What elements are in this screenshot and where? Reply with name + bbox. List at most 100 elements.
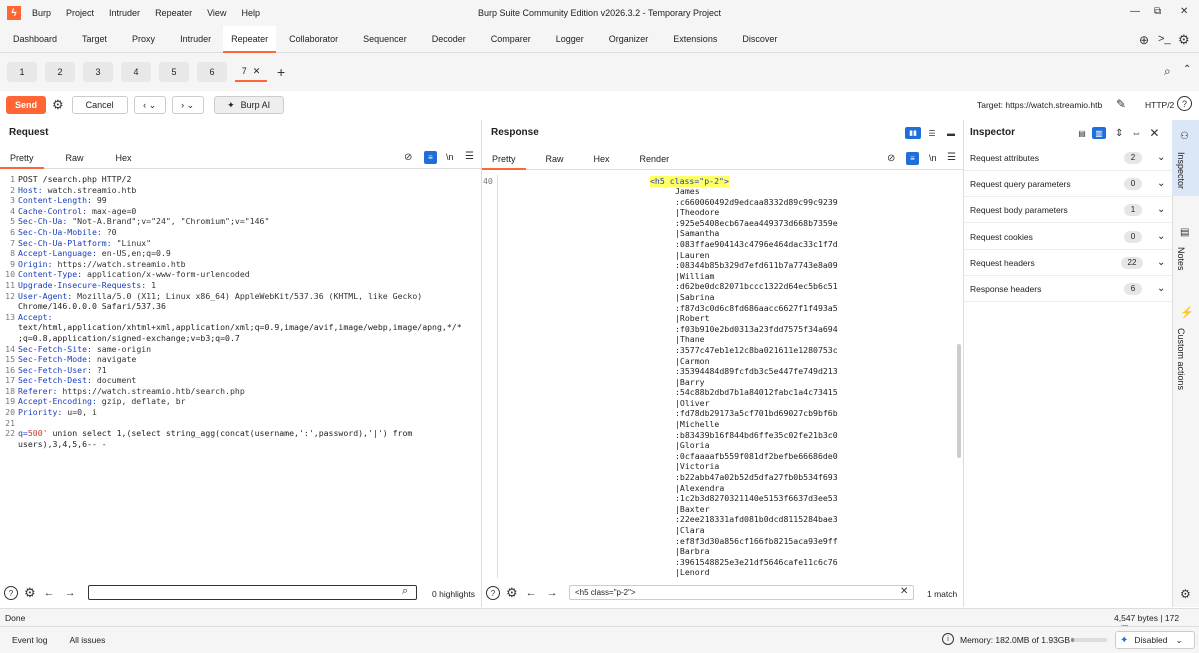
request-tab-pretty[interactable]: Pretty [0, 147, 44, 169]
menu-project[interactable]: Project [66, 8, 94, 18]
menu-repeater[interactable]: Repeater [155, 8, 192, 18]
cancel-button[interactable]: Cancel [71, 96, 128, 114]
repeater-tab-2[interactable]: 2 [45, 62, 75, 82]
tab-sequencer[interactable]: Sequencer [361, 26, 409, 53]
pane-divider[interactable] [481, 120, 482, 607]
response-hide-nonprintable-icon[interactable]: ⊘ [887, 153, 895, 164]
event-log-link[interactable]: Event log [12, 635, 47, 645]
minimize-icon[interactable]: — [1130, 6, 1140, 17]
menu-burp[interactable]: Burp [32, 8, 51, 18]
tab-organizer[interactable]: Organizer [607, 26, 651, 53]
repeater-tab-3[interactable]: 3 [83, 62, 113, 82]
back-history-button[interactable]: ‹ ⌄ [133, 96, 166, 114]
menu-help[interactable]: Help [241, 8, 260, 18]
close-window-icon[interactable]: ✕ [1180, 6, 1188, 17]
response-tab-raw[interactable]: Raw [536, 148, 574, 170]
response-search-prev-icon[interactable]: ← [526, 587, 537, 599]
repeater-tab-4[interactable]: 4 [121, 62, 151, 82]
wrap-lines-icon[interactable]: ≡ [424, 151, 437, 164]
forward-history-button[interactable]: › ⌄ [171, 96, 204, 114]
tab-decoder[interactable]: Decoder [430, 26, 468, 53]
repeater-tab-6[interactable]: 6 [197, 62, 227, 82]
response-search-next-icon[interactable]: → [547, 587, 558, 599]
menu-intruder[interactable]: Intruder [109, 8, 140, 18]
response-menu-icon[interactable]: ☰ [947, 152, 956, 163]
side-tab-notes[interactable]: Notes [1176, 247, 1186, 271]
tab-intruder[interactable]: Intruder [178, 26, 213, 53]
close-inspector-icon[interactable]: ✕ [1149, 126, 1159, 140]
request-tab-hex[interactable]: Hex [106, 147, 142, 169]
line-number: 1 [10, 174, 15, 184]
inspector-row-request-cookies[interactable]: Request cookies 0 ⌄ [964, 224, 1172, 250]
repeater-tab-1[interactable]: 1 [7, 62, 37, 82]
tab-discover[interactable]: Discover [740, 26, 779, 53]
tab-comparer[interactable]: Comparer [489, 26, 533, 53]
response-search-settings-icon[interactable]: ⚙ [506, 585, 518, 601]
inspector-row-response-headers[interactable]: Response headers 6 ⌄ [964, 276, 1172, 302]
response-tab-render[interactable]: Render [630, 148, 680, 170]
chevron-up-icon[interactable]: ⌃ [1183, 64, 1191, 75]
hide-nonprintable-icon[interactable]: ⊘ [404, 152, 412, 163]
tab-proxy[interactable]: Proxy [130, 26, 157, 53]
request-search-input[interactable] [88, 585, 417, 600]
layout-stacked-icon[interactable]: ☰ [924, 127, 940, 139]
response-line: |Theodore [675, 207, 720, 218]
inspector-row-request-body-parameters[interactable]: Request body parameters 1 ⌄ [964, 197, 1172, 223]
side-tab-custom-actions[interactable]: Custom actions [1176, 328, 1186, 390]
burp-ai-button[interactable]: ✦ Burp AI [213, 96, 284, 114]
ai-toggle-button[interactable]: ✦ Disabled ⌄ [1115, 631, 1195, 649]
tab-repeater[interactable]: Repeater [223, 25, 277, 53]
send-settings-gear-icon[interactable]: ⚙ [52, 97, 64, 113]
clear-search-icon[interactable]: ✕ [900, 586, 908, 597]
edit-target-pencil-icon[interactable]: ✎ [1116, 97, 1126, 111]
send-button[interactable]: Send [6, 96, 46, 114]
inspector-layout-list-icon[interactable]: ▤ [1075, 127, 1089, 139]
tab-extensions[interactable]: Extensions [671, 26, 719, 53]
add-tab-icon[interactable]: + [277, 64, 285, 80]
request-search-settings-icon[interactable]: ⚙ [24, 585, 36, 601]
all-issues-link[interactable]: All issues [69, 635, 105, 645]
layout-tabs-icon[interactable]: ▬ [943, 127, 959, 139]
inspector-row-request-headers[interactable]: Request headers 22 ⌄ [964, 250, 1172, 276]
inspector-layout-split-icon[interactable]: ▥ [1092, 127, 1106, 139]
tab-dashboard[interactable]: Dashboard [11, 26, 59, 53]
response-newline-toggle-icon[interactable]: \n [929, 153, 937, 163]
maximize-icon[interactable]: ⧉ [1154, 6, 1161, 17]
response-tab-pretty[interactable]: Pretty [482, 148, 526, 170]
expand-all-icon[interactable]: ⇕ [1115, 128, 1123, 139]
response-editor[interactable]: James:c660060492d9edcaa8332d89c99c9239 |T… [675, 186, 955, 578]
side-tab-inspector[interactable]: Inspector [1176, 152, 1186, 189]
menu-view[interactable]: View [207, 8, 226, 18]
http-version-label[interactable]: HTTP/2 [1145, 100, 1174, 110]
layout-side-by-side-icon[interactable]: ▮▮ [905, 127, 921, 139]
close-tab-icon[interactable]: ✕ [253, 66, 261, 77]
request-search-help-icon[interactable]: ? [4, 586, 18, 600]
repeater-tab-7[interactable]: 7 ✕ [235, 62, 267, 82]
terminal-icon[interactable]: >_ [1158, 33, 1171, 45]
request-search-next-icon[interactable]: → [65, 587, 76, 599]
settings-gear-icon[interactable]: ⚙ [1178, 32, 1190, 48]
response-wrap-lines-icon[interactable]: ≡ [906, 152, 919, 165]
search-icon[interactable]: ⌕ [1164, 64, 1171, 79]
response-search-help-icon[interactable]: ? [486, 586, 500, 600]
help-icon[interactable]: ? [1177, 96, 1192, 111]
target-label[interactable]: Target: https://watch.streamio.htb [977, 100, 1102, 110]
tab-collaborator[interactable]: Collaborator [287, 26, 340, 53]
request-tab-raw[interactable]: Raw [56, 147, 94, 169]
globe-icon[interactable]: ⊕ [1139, 33, 1149, 47]
request-menu-icon[interactable]: ☰ [465, 151, 474, 162]
repeater-tab-5[interactable]: 5 [159, 62, 189, 82]
response-scrollbar-thumb[interactable] [957, 344, 961, 458]
request-editor[interactable]: 1 POST /search.php HTTP/2 2 Host: watch.str… [4, 174, 480, 576]
inspector-row-request-attributes[interactable]: Request attributes 2 ⌄ [964, 145, 1172, 171]
request-search-prev-icon[interactable]: ← [44, 587, 55, 599]
inspector-row-label: Response headers [970, 283, 1042, 294]
response-search-input[interactable]: <h5 class="p-2"> [569, 585, 914, 600]
inspector-row-request-query-parameters[interactable]: Request query parameters 0 ⌄ [964, 171, 1172, 197]
tab-target[interactable]: Target [80, 26, 109, 53]
side-settings-gear-icon[interactable]: ⚙ [1180, 587, 1191, 601]
response-tab-hex[interactable]: Hex [584, 148, 620, 170]
collapse-all-icon[interactable]: ⇔ [1131, 128, 1141, 139]
newline-toggle-icon[interactable]: \n [446, 152, 454, 162]
tab-logger[interactable]: Logger [554, 26, 586, 53]
